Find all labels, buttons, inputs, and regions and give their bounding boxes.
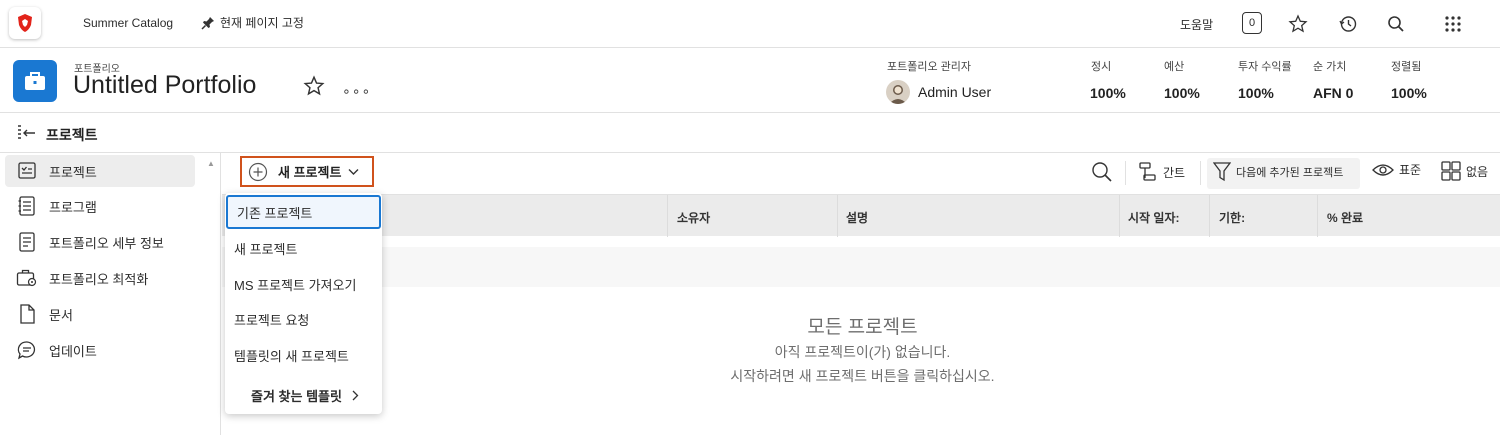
manager-name[interactable]: Admin User [918, 84, 991, 100]
left-sidebar: ▲ 프로젝트 프로그램 포트폴리오 세부 정보 포트폴리오 최적화 문서 업데이… [0, 153, 221, 435]
stat-label-net-value: 순 가치 [1313, 61, 1347, 73]
toolbar-search-icon[interactable] [1091, 161, 1113, 183]
toolbar-divider [1125, 161, 1126, 185]
stat-value-net-value: AFN 0 [1313, 85, 1354, 101]
history-icon[interactable] [1336, 12, 1360, 36]
sidebar-item-label: 프로그램 [49, 199, 97, 215]
top-bar: Summer Catalog 현재 페이지 고정 도움말 0 [0, 0, 1500, 48]
gantt-icon [1139, 162, 1156, 181]
portfolio-header: 포트폴리오 Untitled Portfolio ∘∘∘ 포트폴리오 관리자 A… [0, 48, 1500, 113]
sidebar-item-label: 포트폴리오 세부 정보 [49, 235, 164, 251]
new-project-label: 새 프로젝트 [278, 165, 342, 180]
manager-label: 포트폴리오 관리자 [887, 61, 972, 73]
sidebar-item-label: 포트폴리오 최적화 [49, 271, 149, 287]
brand-logo-icon[interactable] [9, 7, 41, 39]
section-title: 프로젝트 [46, 127, 98, 143]
gantt-label: 간트 [1163, 165, 1186, 180]
column-divider [1119, 195, 1120, 237]
help-link[interactable]: 도움말 [1180, 16, 1213, 33]
page-title: Untitled Portfolio [73, 71, 257, 99]
avatar [886, 80, 910, 104]
stat-label-roi: 투자 수익률 [1238, 61, 1292, 73]
chevron-down-icon [348, 168, 359, 175]
view-label: 표준 [1399, 163, 1422, 177]
portfolio-icon [13, 60, 57, 102]
section-header: 프로젝트 [0, 113, 1500, 153]
column-header-description[interactable]: 설명 [846, 209, 868, 226]
stat-label-on-time: 정시 [1091, 61, 1112, 73]
programs-icon [16, 195, 38, 217]
collapse-panel-icon[interactable] [16, 124, 38, 142]
sidebar-item-projects[interactable]: 프로젝트 [5, 155, 195, 187]
filter-icon [1213, 162, 1231, 182]
column-divider [1209, 195, 1210, 237]
apps-grid-icon[interactable] [1441, 12, 1465, 36]
eye-icon [1372, 163, 1394, 176]
menu-item-import-ms-project[interactable]: MS 프로젝트 가져오기 [225, 267, 382, 301]
sidebar-item-programs[interactable]: 프로그램 [5, 190, 195, 222]
sidebar-item-portfolio-optimizer[interactable]: 포트폴리오 최적화 [5, 262, 195, 294]
stat-value-budget: 100% [1164, 85, 1200, 101]
table-header: 소유자 설명 시작 일자: 기한: % 완료 [222, 194, 1500, 237]
filter-button[interactable]: 다음에 추가된 프로젝트 [1213, 161, 1343, 183]
sidebar-item-label: 프로젝트 [49, 164, 97, 180]
grouping-label: 없음 [1466, 164, 1489, 179]
stat-value-on-time: 100% [1090, 85, 1126, 101]
column-header-owner[interactable]: 소유자 [677, 209, 710, 226]
column-header-due-date[interactable]: 기한: [1219, 209, 1245, 226]
details-icon [16, 231, 38, 253]
pin-icon [201, 16, 214, 30]
new-project-dropdown: 기존 프로젝트 새 프로젝트 MS 프로젝트 가져오기 프로젝트 요청 템플릿의… [225, 193, 382, 414]
stat-value-aligned: 100% [1391, 85, 1427, 101]
column-header-start-date[interactable]: 시작 일자: [1128, 209, 1180, 226]
catalog-link[interactable]: Summer Catalog [83, 16, 173, 30]
toolbar-divider [1200, 161, 1201, 185]
group-row [222, 247, 1500, 287]
column-divider [1317, 195, 1318, 237]
column-header-percent-complete[interactable]: % 완료 [1327, 209, 1363, 226]
menu-item-existing-project[interactable]: 기존 프로젝트 [226, 195, 381, 229]
view-button[interactable]: 표준 [1372, 161, 1421, 178]
notification-count-badge[interactable]: 0 [1242, 12, 1262, 34]
pin-page-button[interactable]: 현재 페이지 고정 [200, 14, 304, 31]
new-project-button[interactable]: 새 프로젝트 [240, 156, 374, 187]
stat-value-roi: 100% [1238, 85, 1274, 101]
column-divider [667, 195, 668, 237]
grid-icon [1441, 161, 1461, 181]
stat-label-aligned: 정렬됨 [1391, 61, 1422, 73]
more-options-button[interactable]: ∘∘∘ [342, 83, 371, 100]
gantt-button[interactable]: 간트 [1138, 161, 1185, 183]
sidebar-item-portfolio-details[interactable]: 포트폴리오 세부 정보 [5, 226, 195, 258]
grouping-button[interactable]: 없음 [1441, 161, 1488, 181]
stat-label-budget: 예산 [1164, 61, 1185, 73]
chevron-right-icon [352, 390, 359, 400]
menu-item-new-project[interactable]: 새 프로젝트 [225, 231, 382, 265]
projects-icon [16, 160, 38, 182]
menu-item-from-template[interactable]: 템플릿의 새 프로젝트 [225, 338, 382, 372]
pin-page-label: 현재 페이지 고정 [220, 16, 304, 30]
list-toolbar: 새 프로젝트 간트 다음에 추가된 프로젝트 표준 없음 [222, 153, 1500, 194]
column-divider [837, 195, 838, 237]
scroll-up-icon[interactable]: ▲ [207, 159, 215, 168]
favorite-star-icon[interactable] [303, 75, 325, 97]
optimize-icon [16, 267, 38, 289]
filter-label: 다음에 추가된 프로젝트 [1236, 167, 1344, 179]
menu-item-project-request[interactable]: 프로젝트 요청 [225, 302, 382, 336]
menu-item-favorite-templates[interactable]: 즐겨 찾는 템플릿 [225, 378, 382, 412]
star-icon[interactable] [1286, 12, 1310, 36]
search-icon[interactable] [1384, 12, 1408, 36]
add-circle-icon [248, 162, 268, 181]
